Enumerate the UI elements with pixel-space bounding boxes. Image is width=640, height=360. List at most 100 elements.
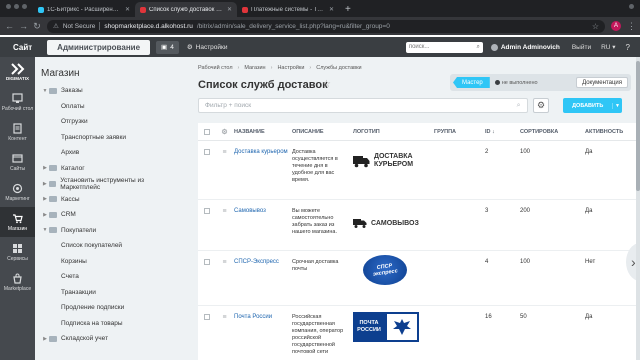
submenu-item-subscription-renewal[interactable]: Продление подписки <box>35 300 180 316</box>
more-icon[interactable]: ? <box>626 43 630 52</box>
table-row[interactable]: ≡ Почта России Российская государственна… <box>198 306 640 360</box>
back-icon[interactable]: ← <box>5 21 14 31</box>
browser-tab-active[interactable]: Список служб доставок - Тес ✕ <box>135 2 237 17</box>
row-menu-icon[interactable]: ≡ <box>215 200 234 215</box>
close-tab-icon[interactable]: ✕ <box>329 6 334 13</box>
service-name-link[interactable]: Доставка курьером <box>234 141 292 157</box>
submenu-item-crm[interactable]: ▶ CRM <box>35 207 180 223</box>
row-checkbox[interactable] <box>198 306 215 320</box>
submenu-item-marketplace-tools[interactable]: ▶ Установить инструменты из Маркетплейс <box>35 176 180 192</box>
column-header-name[interactable]: НАЗВАНИЕ <box>234 129 292 135</box>
checkbox[interactable] <box>203 149 210 155</box>
service-name-link[interactable]: Самовывоз <box>234 200 292 216</box>
menu-marketing[interactable]: Маркетинг <box>0 177 35 207</box>
chevron-right-icon[interactable]: ▶ <box>41 336 49 342</box>
scrollbar-thumb[interactable] <box>636 61 640 191</box>
site-tab-button[interactable]: Сайт <box>2 40 43 55</box>
chevron-right-icon[interactable]: ▶ <box>41 165 49 171</box>
chevron-down-icon[interactable]: ▼ <box>41 227 49 233</box>
chevron-down-icon[interactable]: ▼ <box>612 102 622 109</box>
chevron-right-icon[interactable]: ▶ <box>41 196 49 202</box>
menu-desktop[interactable]: Рабочий стол <box>0 87 35 117</box>
close-tab-icon[interactable]: ✕ <box>125 6 130 13</box>
forward-icon[interactable]: → <box>19 21 28 31</box>
breadcrumb-link[interactable]: Настройки <box>277 65 304 71</box>
profile-avatar[interactable]: A <box>611 21 621 31</box>
wizard-button[interactable]: Мастер <box>453 77 490 88</box>
row-menu-icon[interactable]: ≡ <box>215 306 234 321</box>
submenu-item-warehouse[interactable]: ▶ Складской учет <box>35 331 180 347</box>
row-menu-icon[interactable]: ≡ <box>215 251 234 266</box>
tab-search-icon[interactable] <box>629 4 640 13</box>
checkbox[interactable] <box>203 259 210 265</box>
submenu-item-orders[interactable]: ▼ Заказы <box>35 83 180 99</box>
menu-content[interactable]: Контент <box>0 117 35 147</box>
breadcrumb-link[interactable]: Службы доставки <box>316 65 361 71</box>
add-button[interactable]: ДОБАВИТЬ ▼ <box>563 98 622 113</box>
breadcrumb-link[interactable]: Рабочий стол <box>198 65 233 71</box>
select-all-checkbox[interactable] <box>198 128 215 135</box>
admin-tab-button[interactable]: Администрирование <box>47 39 151 55</box>
column-header-logo[interactable]: ЛОГОТИП <box>353 129 434 135</box>
address-bar[interactable]: ⚠ Not Secure shopmarketplace.d.alkohost.… <box>47 19 605 33</box>
column-header-id[interactable]: ID ↓ <box>485 129 520 135</box>
submenu-item-catalog[interactable]: ▶ Каталог <box>35 161 180 177</box>
search-icon[interactable]: ⌕ <box>517 102 521 110</box>
filter-search-input[interactable]: Фильтр + поиск ⌕ <box>198 98 528 113</box>
submenu-item-buyers[interactable]: ▼ Покупатели <box>35 223 180 239</box>
row-checkbox[interactable] <box>198 141 215 155</box>
breadcrumb-link[interactable]: Магазин <box>244 65 265 71</box>
table-row[interactable]: ≡ СПСР-Экспресс Срочная доставка почты С… <box>198 251 640 306</box>
table-row[interactable]: ≡ Самовывоз Вы можете самостоятельно заб… <box>198 200 640 251</box>
column-header-sort[interactable]: СОРТИРОВКА <box>520 129 585 135</box>
submenu-item-invoices[interactable]: Счета <box>35 269 180 285</box>
page-scrollbar[interactable] <box>636 57 640 360</box>
service-name-link[interactable]: Почта России <box>234 306 292 322</box>
menu-shop[interactable]: Магазин <box>0 207 35 237</box>
column-header-group[interactable]: ГРУППА <box>434 129 485 135</box>
submenu-item-archive[interactable]: Архив <box>35 145 180 161</box>
settings-button[interactable]: ⚙ Настройки <box>187 43 228 52</box>
column-settings-icon[interactable]: ⚙ <box>215 128 234 136</box>
chevron-down-icon[interactable]: ▼ <box>41 88 49 94</box>
column-header-description[interactable]: ОПИСАНИЕ <box>292 129 353 135</box>
row-checkbox[interactable] <box>198 251 215 265</box>
browser-tab[interactable]: 1С-Битрикс - Расширение ф ✕ <box>33 2 135 17</box>
row-checkbox[interactable] <box>198 200 215 214</box>
submenu-item-transactions[interactable]: Транзакции <box>35 285 180 301</box>
favorite-star-icon[interactable]: ☆ <box>322 79 331 90</box>
language-select[interactable]: RU ▾ <box>601 43 615 51</box>
browser-menu-icon[interactable]: ⋮ <box>627 21 636 32</box>
checkbox[interactable] <box>203 208 210 214</box>
user-menu[interactable]: Admin Adminovich <box>490 43 560 51</box>
grid-settings-button[interactable]: ⚙ <box>532 98 550 113</box>
bookmark-star-icon[interactable]: ☆ <box>592 22 599 31</box>
window-controls[interactable] <box>0 3 33 14</box>
new-tab-icon[interactable]: + <box>339 4 357 17</box>
panel-search-input[interactable]: поиск... ⌕ <box>405 41 483 53</box>
submenu-item-baskets[interactable]: Корзины <box>35 254 180 270</box>
submenu-item-buyer-list[interactable]: Список покупателей <box>35 238 180 254</box>
logout-link[interactable]: Выйти <box>572 44 591 51</box>
table-row[interactable]: ≡ Доставка курьером Доставка осуществляе… <box>198 141 640 200</box>
notifications-button[interactable]: ▣ 4 <box>156 40 179 54</box>
checkbox[interactable] <box>203 128 210 135</box>
submenu-item-payments[interactable]: Оплаты <box>35 99 180 115</box>
browser-tab[interactable]: Платежные системы - Тестов ✕ <box>237 2 339 17</box>
close-tab-icon[interactable]: ✕ <box>227 6 232 13</box>
menu-sites[interactable]: Сайты <box>0 147 35 177</box>
reload-icon[interactable]: ↻ <box>33 21 41 32</box>
documentation-button[interactable]: Документация <box>576 77 628 88</box>
submenu-item-cashboxes[interactable]: ▶ Кассы <box>35 192 180 208</box>
row-menu-icon[interactable]: ≡ <box>215 141 234 156</box>
submenu-item-shipments[interactable]: Отгрузки <box>35 114 180 130</box>
submenu-item-transport[interactable]: Транспортные заявки <box>35 130 180 146</box>
chevron-right-icon[interactable]: ▶ <box>41 212 49 218</box>
checkbox[interactable] <box>203 314 210 320</box>
menu-services[interactable]: Сервисы <box>0 237 35 267</box>
service-name-link[interactable]: СПСР-Экспресс <box>234 251 292 267</box>
chevron-right-icon[interactable]: ▶ <box>41 181 49 187</box>
menu-marketplace[interactable]: Marketplace <box>0 267 35 297</box>
column-header-active[interactable]: АКТИВНОСТЬ <box>585 129 640 135</box>
submenu-item-product-subscription[interactable]: Подписка на товары <box>35 316 180 332</box>
